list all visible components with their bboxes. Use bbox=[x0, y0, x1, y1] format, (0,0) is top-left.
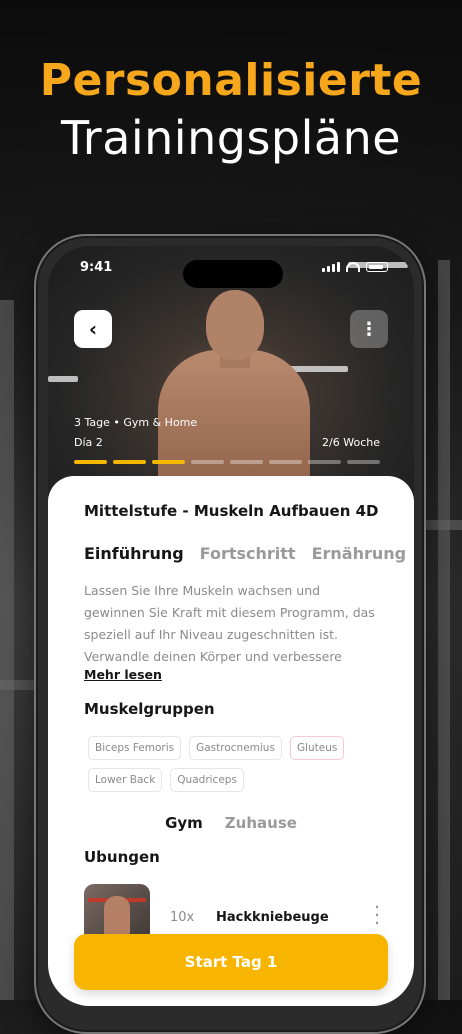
status-time: 9:41 bbox=[80, 260, 113, 275]
exercise-name: Hackkniebeuge bbox=[216, 910, 329, 925]
exercise-reps: 10x bbox=[170, 910, 195, 925]
progress-segment bbox=[152, 460, 185, 464]
chevron-left-icon: ‹ bbox=[88, 317, 98, 341]
current-day: Día 2 bbox=[74, 436, 103, 449]
progress-segment bbox=[230, 460, 263, 464]
tab-introduction[interactable]: Einführung bbox=[84, 544, 184, 563]
read-more-link[interactable]: Mehr lesen bbox=[84, 667, 162, 682]
week-progress-label: 2/6 Woche bbox=[322, 436, 380, 449]
progress-segment bbox=[74, 460, 107, 464]
headline-line2: Trainingspläne bbox=[60, 111, 402, 165]
phone-screen: 9:41 ‹ ⋮ 3 Tage • Gym & Home Día 2 2/6 W… bbox=[48, 246, 414, 1006]
progress-segment bbox=[113, 460, 146, 464]
location-toggle: Gym Zuhause bbox=[48, 814, 414, 832]
exercise-more-icon[interactable]: · · · bbox=[374, 899, 380, 933]
athlete-head bbox=[206, 290, 264, 360]
muscle-groups-heading: Muskelgruppen bbox=[84, 700, 215, 718]
ceiling-light bbox=[288, 366, 348, 372]
hero-image: 9:41 ‹ ⋮ 3 Tage • Gym & Home Día 2 2/6 W… bbox=[48, 246, 414, 510]
plan-details-sheet: Mittelstufe - Muskeln Aufbauen 4D Einfüh… bbox=[48, 476, 414, 1006]
muscle-groups-list: Biceps Femoris Gastrocnemius Gluteus Low… bbox=[88, 736, 388, 792]
more-options-button[interactable]: ⋮ bbox=[350, 310, 388, 348]
tab-nutrition[interactable]: Ernährung bbox=[312, 544, 407, 563]
muscle-chip: Gluteus bbox=[289, 736, 345, 760]
ceiling-light bbox=[48, 376, 78, 382]
start-day-button[interactable]: Start Tag 1 bbox=[74, 934, 388, 990]
background-rack-left bbox=[0, 300, 14, 1000]
signal-icon bbox=[322, 262, 340, 272]
dynamic-island bbox=[183, 260, 283, 288]
progress-segment bbox=[191, 460, 224, 464]
progress-segment bbox=[308, 460, 341, 464]
tab-progress[interactable]: Fortschritt bbox=[200, 544, 296, 563]
muscle-chip: Gastrocnemius bbox=[189, 736, 282, 760]
plan-description: Lassen Sie Ihre Muskeln wachsen und gewi… bbox=[84, 583, 375, 664]
muscle-chip: Biceps Femoris bbox=[88, 736, 182, 760]
headline-line1: Personalisierte bbox=[39, 55, 423, 106]
wifi-icon bbox=[346, 262, 360, 272]
week-progress-bar bbox=[74, 460, 380, 464]
exercises-heading: Ubungen bbox=[84, 848, 160, 866]
background-bar-right bbox=[420, 520, 462, 530]
progress-segment bbox=[347, 460, 380, 464]
plan-tabs: Einführung Fortschritt Ernährung bbox=[84, 544, 406, 563]
background-rack-right bbox=[438, 260, 450, 1000]
status-icons bbox=[322, 262, 388, 272]
plan-title: Mittelstufe - Muskeln Aufbauen 4D bbox=[84, 502, 379, 520]
progress-segment bbox=[269, 460, 302, 464]
toggle-gym[interactable]: Gym bbox=[165, 814, 203, 832]
more-vertical-icon: ⋮ bbox=[360, 318, 378, 340]
back-button[interactable]: ‹ bbox=[74, 310, 112, 348]
muscle-chip: Quadriceps bbox=[170, 768, 244, 792]
athlete-graphic bbox=[104, 896, 130, 936]
battery-icon bbox=[366, 262, 388, 272]
muscle-chip: Lower Back bbox=[88, 768, 163, 792]
toggle-home[interactable]: Zuhause bbox=[225, 814, 297, 832]
plan-meta: 3 Tage • Gym & Home bbox=[74, 416, 198, 429]
